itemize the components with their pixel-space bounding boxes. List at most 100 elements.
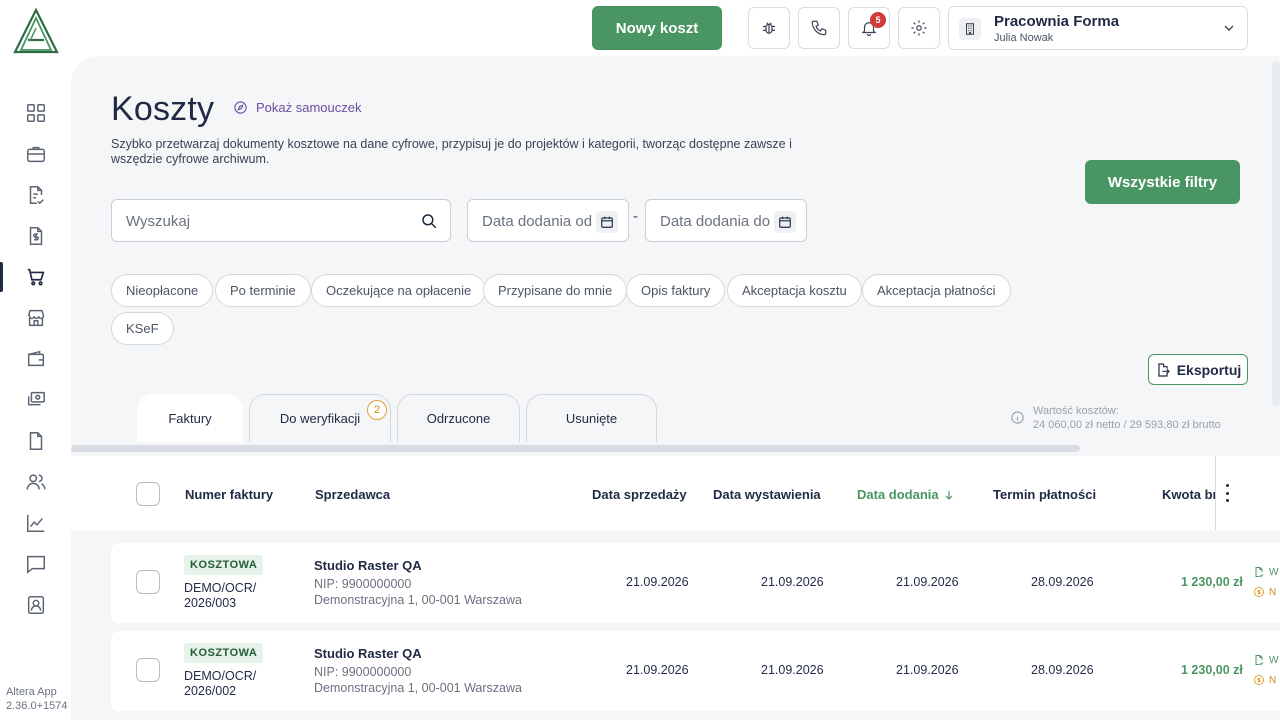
tab-label: Odrzucone bbox=[426, 411, 491, 426]
tab-to-verify[interactable]: Do weryfikacji 2 bbox=[249, 394, 391, 442]
sidebar-item-stores[interactable] bbox=[0, 301, 72, 335]
row-checkbox[interactable] bbox=[136, 570, 160, 594]
status-unpaid-label: N bbox=[1269, 674, 1277, 686]
calendar-icon[interactable] bbox=[596, 211, 618, 233]
phone-button[interactable] bbox=[798, 7, 840, 49]
due-date: 28.09.2026 bbox=[1031, 575, 1094, 589]
tab-invoices[interactable]: Faktury bbox=[137, 394, 243, 442]
filter-chip-assigned-to-me[interactable]: Przypisane do mnie bbox=[483, 274, 628, 307]
cost-type-badge: KOSZTOWA bbox=[184, 555, 264, 575]
sidebar-item-reports[interactable] bbox=[0, 506, 72, 540]
altera-logo-icon[interactable] bbox=[11, 8, 61, 54]
issue-date: 21.09.2026 bbox=[761, 663, 824, 677]
column-header-issue-date[interactable]: Data wystawienia bbox=[713, 487, 821, 502]
table-options-menu-icon[interactable] bbox=[1221, 484, 1233, 502]
seller-address: Demonstracyjna 1, 00-001 Warszawa bbox=[314, 593, 522, 607]
sidebar-item-contacts[interactable] bbox=[0, 465, 72, 499]
chat-icon bbox=[27, 555, 45, 574]
app-version-number: 2.36.0+1574 bbox=[6, 700, 68, 712]
sidebar-item-documents[interactable] bbox=[0, 178, 72, 212]
select-all-checkbox[interactable] bbox=[136, 482, 160, 506]
sale-date: 21.09.2026 bbox=[626, 575, 689, 589]
seller-nip: NIP: 9900000000 bbox=[314, 665, 412, 679]
sidebar-item-costs[interactable] bbox=[0, 260, 72, 294]
shopping-cart-icon bbox=[27, 268, 45, 286]
export-label: Eksportuj bbox=[1176, 361, 1242, 378]
column-header-number[interactable]: Numer faktury bbox=[185, 487, 273, 502]
date-from-field bbox=[467, 199, 629, 242]
search-input[interactable] bbox=[126, 210, 406, 232]
column-divider bbox=[1215, 456, 1216, 530]
filter-chip-payment-approval[interactable]: Akceptacja płatności bbox=[862, 274, 1011, 307]
page-description: Szybko przetwarzaj dokumenty kosztowe na… bbox=[111, 137, 792, 166]
filter-chip-awaiting-payment[interactable]: Oczekujące na opłacenie bbox=[311, 274, 487, 307]
status-verified: W bbox=[1253, 653, 1280, 667]
app-version: Altera App 2.36.0+1574 bbox=[6, 685, 72, 713]
seller-nip: NIP: 9900000000 bbox=[314, 577, 412, 591]
table-row[interactable]: KOSZTOWA DEMO/OCR/ 2026/003 Studio Raste… bbox=[111, 543, 1280, 623]
filter-chip-invoice-description[interactable]: Opis faktury bbox=[626, 274, 726, 307]
arrow-down-icon bbox=[945, 490, 953, 500]
status-unpaid: N bbox=[1253, 673, 1280, 687]
cash-stack-icon bbox=[27, 391, 45, 406]
notifications-button[interactable]: 5 bbox=[848, 7, 890, 49]
column-header-seller[interactable]: Sprzedawca bbox=[315, 487, 390, 502]
column-header-amount[interactable]: Kwota br bbox=[1162, 487, 1215, 502]
sidebar-item-messages[interactable] bbox=[0, 547, 72, 581]
date-to-field bbox=[645, 199, 807, 242]
document-check-icon bbox=[1255, 655, 1264, 666]
sidebar-item-invoices[interactable] bbox=[0, 219, 72, 253]
all-filters-button[interactable]: Wszystkie filtry bbox=[1085, 160, 1240, 204]
filter-chip-cost-approval[interactable]: Akceptacja kosztu bbox=[727, 274, 862, 307]
wallet-icon bbox=[27, 350, 45, 367]
table-row[interactable]: KOSZTOWA DEMO/OCR/ 2026/002 Studio Raste… bbox=[111, 631, 1280, 711]
app-name: Altera App bbox=[6, 686, 57, 698]
date-from-input[interactable] bbox=[482, 210, 600, 232]
show-tutorial-label: Pokaż samouczek bbox=[256, 100, 362, 115]
contact-card-icon bbox=[27, 596, 45, 614]
tab-rejected[interactable]: Odrzucone bbox=[397, 394, 520, 442]
gross-amount: 1 230,00 zł bbox=[1181, 663, 1243, 677]
row-checkbox[interactable] bbox=[136, 658, 160, 682]
sidebar-item-projects[interactable] bbox=[0, 137, 72, 171]
filter-chip-overdue[interactable]: Po terminie bbox=[215, 274, 311, 307]
to-verify-count-badge: 2 bbox=[367, 400, 387, 420]
search-icon[interactable] bbox=[420, 212, 438, 230]
company-switcher[interactable]: Pracownia Forma Julia Nowak bbox=[948, 6, 1248, 50]
status-verified-label: W bbox=[1269, 566, 1279, 578]
settings-button[interactable] bbox=[898, 7, 940, 49]
vertical-scrollbar[interactable] bbox=[1272, 61, 1280, 406]
chart-line-icon bbox=[27, 514, 45, 532]
company-name: Pracownia Forma bbox=[994, 13, 1120, 30]
issue-date: 21.09.2026 bbox=[761, 575, 824, 589]
briefcase-icon bbox=[27, 146, 45, 163]
document-check-icon bbox=[29, 186, 44, 205]
calendar-icon[interactable] bbox=[774, 211, 796, 233]
column-header-due-date[interactable]: Termin płatności bbox=[993, 487, 1096, 502]
filter-chip-ksef[interactable]: KSeF bbox=[111, 312, 174, 345]
store-icon bbox=[27, 309, 45, 327]
column-header-sale-date[interactable]: Data sprzedaży bbox=[592, 487, 687, 502]
date-range-separator: - bbox=[633, 208, 638, 225]
report-bug-button[interactable] bbox=[748, 7, 790, 49]
seller-name: Studio Raster QA bbox=[314, 558, 422, 573]
sidebar-item-wallet[interactable] bbox=[0, 342, 72, 376]
sidebar-item-files[interactable] bbox=[0, 424, 72, 458]
cost-type-badge: KOSZTOWA bbox=[184, 643, 264, 663]
sidebar-item-profile[interactable] bbox=[0, 588, 72, 622]
sidebar-item-payments[interactable] bbox=[0, 383, 72, 417]
export-button[interactable]: Eksportuj bbox=[1148, 354, 1248, 385]
column-header-added-date[interactable]: Data dodania bbox=[857, 487, 955, 502]
status-verified: W bbox=[1253, 565, 1280, 579]
new-cost-button[interactable]: Nowy koszt bbox=[592, 6, 722, 50]
tab-label: Do weryfikacji bbox=[279, 411, 361, 426]
filter-chip-unpaid[interactable]: Nieopłacone bbox=[111, 274, 214, 307]
date-to-input[interactable] bbox=[660, 210, 778, 232]
coin-icon bbox=[1254, 675, 1264, 685]
table-header: Numer faktury Sprzedawca Data sprzedaży … bbox=[71, 456, 1280, 530]
horizontal-scrollbar[interactable] bbox=[71, 445, 1080, 452]
notifications-count-badge: 5 bbox=[870, 12, 886, 28]
show-tutorial-link[interactable]: Pokaż samouczek bbox=[233, 100, 362, 115]
tab-deleted[interactable]: Usunięte bbox=[526, 394, 657, 442]
sidebar-item-dashboard[interactable] bbox=[0, 96, 72, 130]
